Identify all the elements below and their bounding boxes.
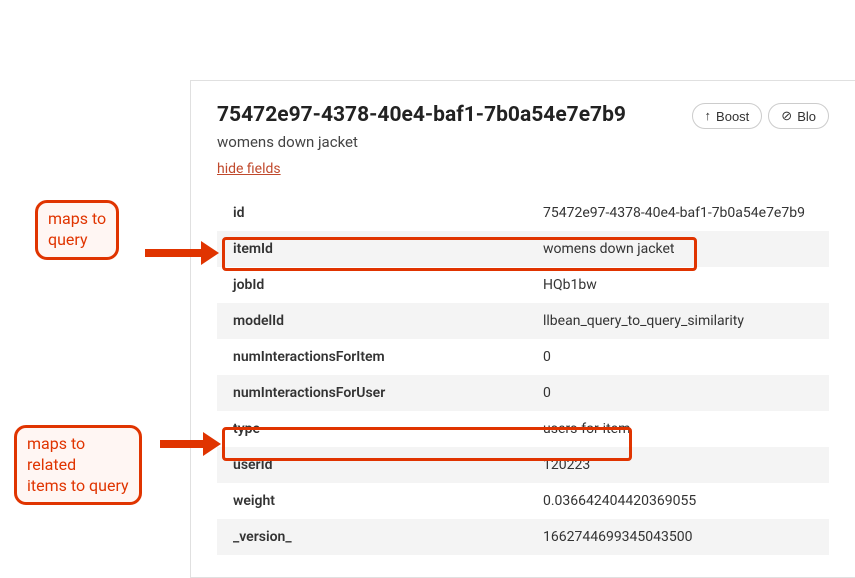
field-row: id 75472e97-4378-40e4-baf1-7b0a54e7e7b9 [217,195,829,231]
field-key: itemId [233,241,543,257]
field-key: _version_ [233,529,543,545]
field-row: modelId llbean_query_to_query_similarity [217,303,829,339]
hide-fields-link[interactable]: hide fields [217,161,281,177]
record-title: 75472e97-4378-40e4-baf1-7b0a54e7e7b9 [217,103,692,127]
field-key: numInteractionsForItem [233,349,543,365]
field-key: numInteractionsForUser [233,385,543,401]
field-value: 0 [543,385,813,401]
block-button[interactable]: ⊘ Blo [768,103,829,129]
field-row: weight 0.036642404420369055 [217,483,829,519]
field-row: type users-for-item [217,411,829,447]
panel-header: 75472e97-4378-40e4-baf1-7b0a54e7e7b9 wom… [217,103,829,177]
field-key: modelId [233,313,543,329]
field-value: 1662744699345043500 [543,529,813,545]
field-row: itemId womens down jacket [217,231,829,267]
field-key: weight [233,493,543,509]
field-value: 0.036642404420369055 [543,493,813,509]
field-key: jobId [233,277,543,293]
callout-maps-to-related: maps to related items to query [14,425,142,505]
arrow-up-icon: ↑ [705,108,712,123]
field-table: id 75472e97-4378-40e4-baf1-7b0a54e7e7b9 … [217,195,829,555]
field-value: HQb1bw [543,277,813,293]
field-row: numInteractionsForUser 0 [217,375,829,411]
field-value: 0 [543,349,813,365]
field-key: type [233,421,543,437]
field-row: jobId HQb1bw [217,267,829,303]
detail-panel: 75472e97-4378-40e4-baf1-7b0a54e7e7b9 wom… [190,80,855,578]
field-row: numInteractionsForItem 0 [217,339,829,375]
callout-maps-to-query: maps to query [35,200,119,260]
boost-button[interactable]: ↑ Boost [692,103,763,129]
field-key: userId [233,457,543,473]
block-button-label: Blo [797,109,816,124]
field-key: id [233,205,543,221]
field-row: userId 120223 [217,447,829,483]
field-row: _version_ 1662744699345043500 [217,519,829,555]
field-value: womens down jacket [543,241,813,257]
header-actions: ↑ Boost ⊘ Blo [692,103,829,129]
field-value: 75472e97-4378-40e4-baf1-7b0a54e7e7b9 [543,205,813,221]
field-value: 120223 [543,457,813,473]
field-value: llbean_query_to_query_similarity [543,313,813,329]
block-icon: ⊘ [781,108,792,124]
field-value: users-for-item [543,421,813,437]
boost-button-label: Boost [716,109,749,124]
record-subtitle: womens down jacket [217,133,692,151]
title-group: 75472e97-4378-40e4-baf1-7b0a54e7e7b9 wom… [217,103,692,177]
